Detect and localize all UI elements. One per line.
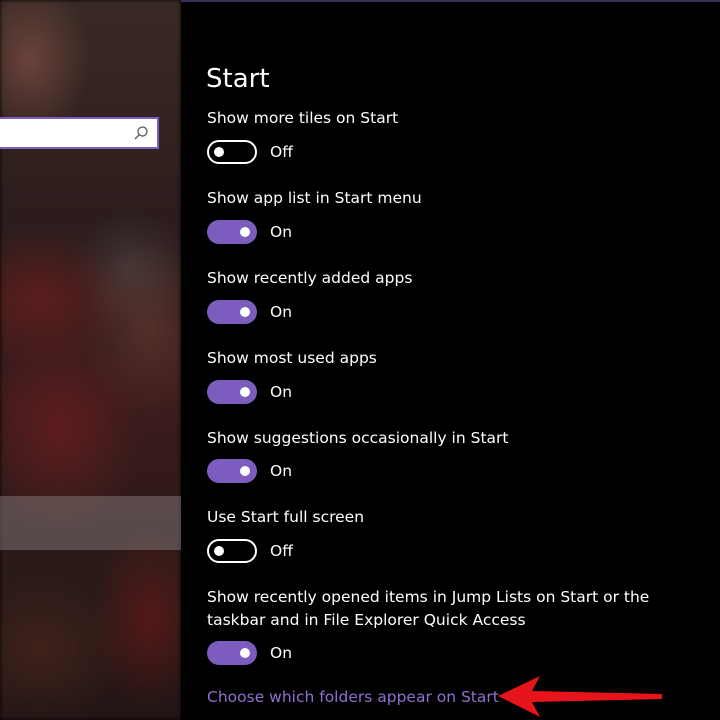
toggle-knob	[240, 227, 250, 237]
toggle-knob	[240, 387, 250, 397]
toggle-knob	[240, 307, 250, 317]
state-suggestions: On	[270, 462, 293, 480]
setting-label-most-used: Show most used apps	[207, 349, 377, 367]
search-input[interactable]	[4, 119, 128, 147]
toggle-recently-added[interactable]	[207, 300, 257, 324]
toggle-most-used[interactable]	[207, 380, 257, 404]
toggle-jump-lists[interactable]	[207, 641, 257, 665]
toggle-full-screen[interactable]	[207, 539, 257, 563]
page-title: Start	[206, 64, 270, 94]
choose-folders-link[interactable]: Choose which folders appear on Start	[207, 688, 499, 706]
setting-label-full-screen: Use Start full screen	[207, 508, 365, 526]
setting-label-jump-lists: Show recently opened items in Jump Lists…	[207, 588, 650, 629]
search-icon[interactable]	[133, 125, 149, 141]
annotation-arrow-icon	[498, 676, 662, 717]
state-jump-lists: On	[270, 644, 293, 662]
setting-label-suggestions: Show suggestions occasionally in Start	[207, 429, 509, 447]
search-field[interactable]	[0, 117, 159, 149]
toggle-knob	[214, 147, 224, 157]
toggle-more-tiles[interactable]	[207, 140, 257, 164]
toggle-app-list[interactable]	[207, 220, 257, 244]
setting-label-app-list: Show app list in Start menu	[207, 189, 422, 207]
state-app-list: On	[270, 223, 293, 241]
toggle-suggestions[interactable]	[207, 459, 257, 483]
state-recently-added: On	[270, 303, 293, 321]
sidebar-selected-item[interactable]	[0, 496, 181, 550]
toggle-knob	[240, 466, 250, 476]
toggle-knob	[240, 648, 250, 658]
state-most-used: On	[270, 383, 293, 401]
state-full-screen: Off	[270, 542, 293, 560]
blurred-sidebar-background	[0, 0, 181, 720]
window-top-border	[181, 0, 720, 2]
state-more-tiles: Off	[270, 143, 293, 161]
setting-label-recently-added: Show recently added apps	[207, 269, 413, 287]
setting-label-more-tiles: Show more tiles on Start	[207, 109, 399, 127]
toggle-knob	[214, 546, 224, 556]
